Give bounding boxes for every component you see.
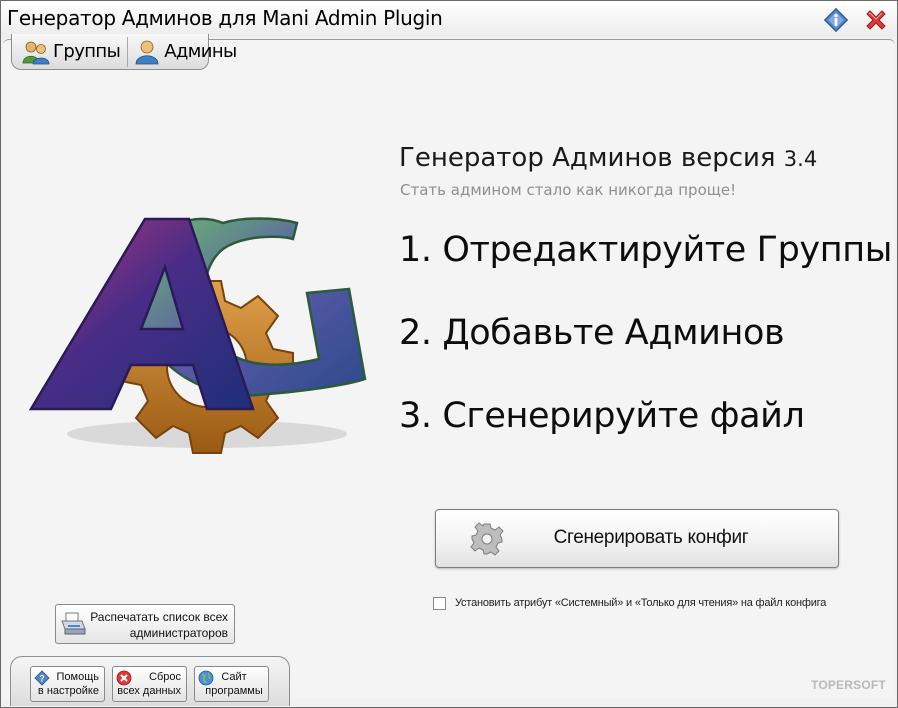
user-icon [133, 39, 161, 65]
info-icon[interactable] [823, 7, 849, 33]
website-line1: Сайт [221, 671, 247, 683]
reset-data-button[interactable]: Сброс всех данных [112, 666, 187, 702]
brand-label: TOPERSOFT [811, 678, 886, 692]
help-button[interactable]: ? Помощь в настройке [30, 666, 105, 702]
tab-bar: Группы Админы [11, 34, 237, 70]
tab-groups[interactable]: Группы [18, 37, 124, 67]
title-bar: Генератор Админов для Mani Admin Plugin [1, 1, 897, 37]
print-admins-line1: Распечатать список всех [90, 610, 228, 624]
help-line2: в настройке [37, 685, 99, 697]
readonly-attribute-label: Установить атрибут «Системный» и «Только… [455, 597, 827, 609]
app-subtitle: Стать админом стало как никогда проще! [400, 181, 737, 199]
help-line1: Помощь [56, 671, 100, 683]
app-heading-text: Генератор Админов версия [399, 143, 776, 173]
close-icon[interactable] [863, 7, 889, 33]
readonly-attribute-checkbox[interactable] [433, 596, 446, 610]
tab-groups-label: Группы [53, 41, 121, 62]
website-line2: программы [205, 685, 263, 697]
step-2: 2. Добавьте Админов [399, 313, 785, 353]
step-3: 3. Сгенерируйте файл [399, 396, 805, 436]
readonly-attribute-option: Установить атрибут «Системный» и «Только… [433, 595, 826, 611]
ag-logo [27, 209, 375, 457]
version-number: 3.4 [783, 147, 818, 171]
reset-line2: всех данных [117, 685, 181, 697]
tab-admins[interactable]: Админы [127, 36, 240, 67]
reset-line1: Сброс [149, 671, 181, 683]
tab-admins-label: Админы [164, 41, 237, 62]
bottom-toolbar: ? Помощь в настройке Сброс всех данных С… [10, 656, 290, 706]
users-group-icon [22, 39, 50, 65]
generate-config-button[interactable]: Сгенерировать конфиг [435, 509, 839, 568]
website-button[interactable]: Сайт программы [194, 666, 269, 702]
generate-config-label: Сгенерировать конфиг [553, 527, 749, 548]
print-admins-button[interactable]: Распечатать список всех администраторов [55, 604, 235, 644]
window-title: Генератор Админов для Mani Admin Plugin [7, 6, 443, 30]
print-admins-label: Распечатать список всех администраторов [78, 609, 228, 641]
app-heading: Генератор Админов версия 3.4 [399, 143, 817, 173]
app-window: Генератор Админов для Mani Admin Plugin [0, 0, 898, 708]
print-admins-line2: администраторов [129, 626, 228, 640]
step-1: 1. Отредактируйте Группы [399, 230, 892, 270]
